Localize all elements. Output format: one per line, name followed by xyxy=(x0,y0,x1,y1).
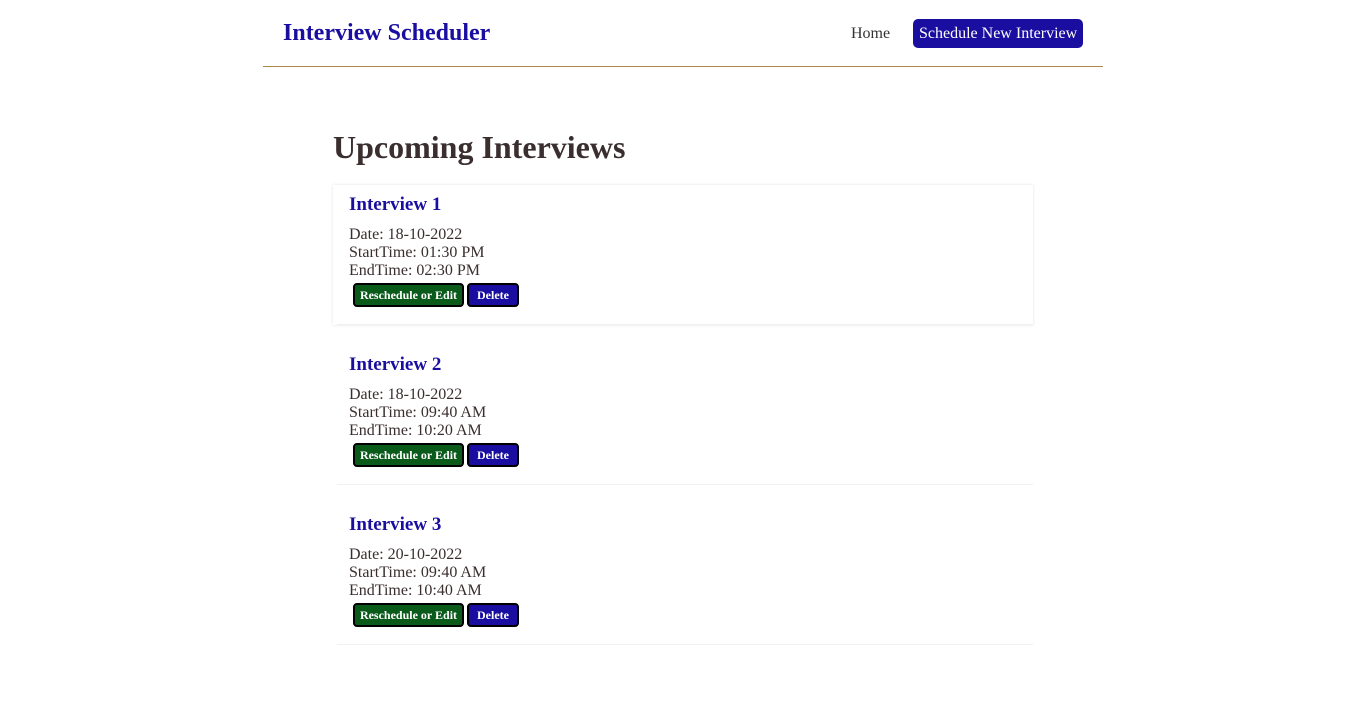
interview-card: Interview 2 Date: 18-10-2022 StartTime: … xyxy=(333,345,1033,485)
schedule-new-interview-button[interactable]: Schedule New Interview xyxy=(913,19,1084,48)
interview-start-time: StartTime: 01:30 PM xyxy=(349,244,485,261)
delete-button[interactable]: Delete xyxy=(467,443,519,467)
reschedule-edit-button[interactable]: Reschedule or Edit xyxy=(353,283,464,307)
nav-home-link[interactable]: Home xyxy=(851,24,890,44)
card-divider xyxy=(337,324,1033,325)
delete-button[interactable]: Delete xyxy=(467,603,519,627)
interview-date: Date: 20-10-2022 xyxy=(349,546,463,563)
interview-end-time: EndTime: 10:40 AM xyxy=(349,582,482,599)
brand-title[interactable]: Interview Scheduler xyxy=(283,18,490,48)
page-title: Upcoming Interviews xyxy=(333,129,626,165)
navbar: Interview Scheduler Home Schedule New In… xyxy=(263,0,1103,67)
interview-end-time: EndTime: 10:20 AM xyxy=(349,422,482,439)
interview-start-time: StartTime: 09:40 AM xyxy=(349,404,487,421)
interview-card: Interview 1 Date: 18-10-2022 StartTime: … xyxy=(333,185,1033,325)
interview-card: Interview 3 Date: 20-10-2022 StartTime: … xyxy=(333,505,1033,645)
interview-date: Date: 18-10-2022 xyxy=(349,226,463,243)
reschedule-edit-button[interactable]: Reschedule or Edit xyxy=(353,603,464,627)
interview-title: Interview 3 xyxy=(349,514,442,535)
card-divider xyxy=(337,484,1033,485)
interview-date: Date: 18-10-2022 xyxy=(349,386,463,403)
interview-start-time: StartTime: 09:40 AM xyxy=(349,564,487,581)
card-divider xyxy=(337,644,1033,645)
reschedule-edit-button[interactable]: Reschedule or Edit xyxy=(353,443,464,467)
interview-title: Interview 1 xyxy=(349,194,442,215)
delete-button[interactable]: Delete xyxy=(467,283,519,307)
interview-title: Interview 2 xyxy=(349,354,442,375)
interview-end-time: EndTime: 02:30 PM xyxy=(349,262,480,279)
